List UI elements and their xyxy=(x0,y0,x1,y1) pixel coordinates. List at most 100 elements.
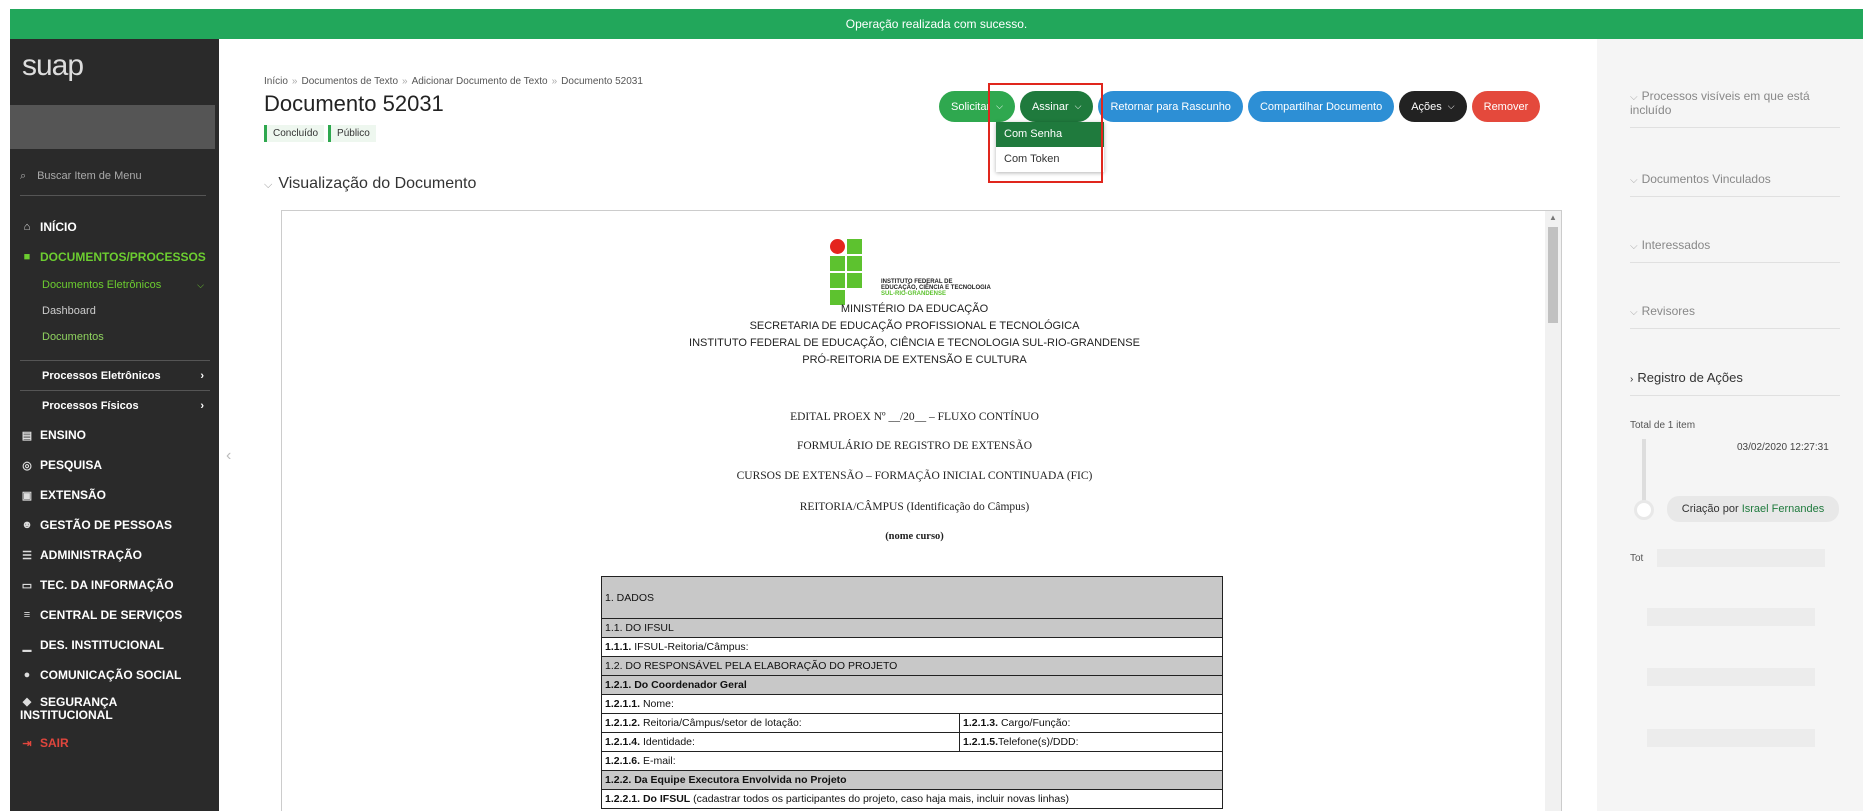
table-cell: 1.2.2.1. Do IFSUL (cadastrar todos os pa… xyxy=(601,789,1223,809)
submenu-processos-eletronicos[interactable]: Processos Eletrônicos › xyxy=(20,360,210,390)
table-row: 1.2.1. Do Coordenador Geral xyxy=(601,675,1223,695)
menu-item-ensino[interactable]: ▤ ENSINO xyxy=(20,420,210,450)
document-scrollbar[interactable]: ▲ xyxy=(1545,211,1561,811)
table-cell: 1.1. DO IFSUL xyxy=(601,618,1223,638)
chevron-down-icon: ⌵ xyxy=(1630,307,1638,318)
section-revisores[interactable]: ⌵ Revisores xyxy=(1630,304,1840,329)
menu-label: COMUNICAÇÃO SOCIAL xyxy=(40,668,182,682)
compartilhar-documento-button[interactable]: Compartilhar Documento xyxy=(1247,91,1395,122)
submenu-documentos[interactable]: Documentos xyxy=(20,324,210,350)
main-content: Início» Documentos de Texto» Adicionar Doc… xyxy=(237,39,1597,811)
breadcrumb-link[interactable]: Documentos de Texto xyxy=(301,76,398,87)
main-menu: ⌂ INÍCIO ■ DOCUMENTOS/PROCESSOS Document… xyxy=(20,212,210,758)
menu-label-line-1: SEGURANÇA xyxy=(40,695,118,709)
doc-nome-curso: (nome curso) xyxy=(885,531,944,542)
button-label: Ações xyxy=(1411,100,1442,113)
menu-item-central-servicos[interactable]: ≡ CENTRAL DE SERVIÇOS xyxy=(20,600,210,630)
menu-item-extensao[interactable]: ▣ EXTENSÃO xyxy=(20,480,210,510)
event-label: Criação por xyxy=(1681,503,1739,515)
table-row: 1.2.2. Da Equipe Executora Envolvida no … xyxy=(601,770,1223,790)
menu-item-documentos[interactable]: ■ DOCUMENTOS/PROCESSOS xyxy=(20,242,210,272)
menu-search-input[interactable]: ⌕ Buscar Item de Menu xyxy=(20,170,206,196)
doc-reitoria: REITORIA/CÂMPUS (Identificação do Câmpus… xyxy=(799,501,1030,513)
menu-label: DOCUMENTOS/PROCESSOS xyxy=(40,250,206,264)
table-cell: 1.2.1.2. Reitoria/Câmpus/setor de lotaçã… xyxy=(601,713,960,733)
menu-item-administracao[interactable]: ☰ ADMINISTRAÇÃO xyxy=(20,540,210,570)
sidebar: suap ⌕ Buscar Item de Menu ⌂ INÍCIO ■ DO… xyxy=(10,39,219,811)
doc-cursos: CURSOS DE EXTENSÃO – FORMAÇÃO INICIAL CO… xyxy=(736,470,1093,482)
doc-formulario: FORMULÁRIO DE REGISTRO DE EXTENSÃO xyxy=(796,440,1033,452)
app-logo[interactable]: suap xyxy=(22,49,84,83)
button-label: Solicitar xyxy=(951,100,991,113)
search-placeholder: Buscar Item de Menu xyxy=(37,170,142,182)
placeholder-bar xyxy=(1647,668,1815,686)
document-viewer[interactable]: INSTITUTO FEDERAL DE EDUCAÇÃO, CIÊNCIA E… xyxy=(281,210,1562,811)
remover-button[interactable]: Remover xyxy=(1471,91,1541,122)
breadcrumb-link[interactable]: Início xyxy=(264,76,288,87)
menu-item-sair[interactable]: ⇥ SAIR xyxy=(20,728,210,758)
menu-item-tec-informacao[interactable]: ▭ TEC. DA INFORMAÇÃO xyxy=(20,570,210,600)
table-cell: 1.2.1.6. E-mail: xyxy=(601,751,1223,771)
table-row: 1.2.1.4. Identidade: 1.2.1.5.Telefone(s)… xyxy=(601,732,1223,752)
submenu-dashboard[interactable]: Dashboard xyxy=(20,298,210,324)
chevron-down-icon: ⌵ xyxy=(1447,101,1455,111)
doc-header-line: SECRETARIA DE EDUCAÇÃO PROFISSIONAL E TE… xyxy=(749,320,1080,332)
menu-item-pesquisa[interactable]: ◎ PESQUISA xyxy=(20,450,210,480)
section-registro-acoes[interactable]: › Registro de Ações xyxy=(1630,370,1840,396)
table-row: 1.2.1.6. E-mail: xyxy=(601,751,1223,771)
scroll-thumb[interactable] xyxy=(1548,227,1558,323)
table-row: 1.2.1.1. Nome: xyxy=(601,694,1223,714)
menu-label-line-2: INSTITUCIONAL xyxy=(20,708,113,722)
menu-label: TEC. DA INFORMAÇÃO xyxy=(40,578,174,592)
form-table: 1. DADOS 1.1. DO IFSUL 1.1.1. IFSUL-Reit… xyxy=(601,576,1223,809)
chevron-right-icon: › xyxy=(200,399,204,412)
section-title: Visualização do Documento xyxy=(278,175,477,192)
menu-item-gestao-pessoas[interactable]: ☻ GESTÃO DE PESSOAS xyxy=(20,510,210,540)
submenu-processos-fisicos[interactable]: Processos Físicos › xyxy=(20,390,210,420)
menu-label: DES. INSTITUCIONAL xyxy=(40,638,165,652)
section-interessados[interactable]: ⌵ Interessados xyxy=(1630,238,1840,263)
chevron-down-icon: ⌵ xyxy=(1630,241,1638,252)
acoes-button[interactable]: Ações ⌵ xyxy=(1399,91,1467,122)
submenu-label: Documentos Eletrônicos xyxy=(42,279,162,291)
highlight-box xyxy=(988,83,1103,183)
home-icon: ⌂ xyxy=(23,221,31,233)
section-processos-visiveis[interactable]: ⌵ Processos visíveis em que está incluído xyxy=(1630,89,1840,128)
chevron-down-icon: ⌵ xyxy=(197,279,204,290)
total-items: Total de 1 item xyxy=(1630,420,1696,431)
chevron-down-icon: ⌵ xyxy=(1630,175,1638,186)
menu-item-des-institucional[interactable]: ▁ DES. INSTITUCIONAL xyxy=(20,630,210,660)
users-icon: ☻ xyxy=(21,519,33,531)
chevron-right-icon: › xyxy=(1630,374,1634,385)
menu-item-seguranca[interactable]: ◆ SEGURANÇA INSTITUCIONAL xyxy=(20,690,210,728)
board-icon: ▤ xyxy=(21,429,33,442)
menu-label: ENSINO xyxy=(40,428,87,442)
collapse-sidebar-icon[interactable]: ‹ xyxy=(226,447,231,465)
table-cell: 1.1.1. IFSUL-Reitoria/Câmpus: xyxy=(601,637,1223,657)
ifsul-logo-text: INSTITUTO FEDERAL DE EDUCAÇÃO, CIÊNCIA E… xyxy=(881,279,991,297)
submenu-docs-eletronicos[interactable]: Documentos Eletrônicos ⌵ xyxy=(20,272,210,298)
breadcrumb-link[interactable]: Adicionar Documento de Texto xyxy=(412,76,548,87)
section-documentos-vinculados[interactable]: ⌵ Documentos Vinculados xyxy=(1630,172,1840,197)
event-author-link[interactable]: Israel Fernandes xyxy=(1742,503,1825,515)
right-panel: ⌵ Processos visíveis em que está incluído… xyxy=(1597,39,1863,811)
sign-out-icon: ⇥ xyxy=(22,737,32,750)
section-label: Revisores xyxy=(1641,304,1695,318)
timeline-event: Criação por Israel Fernandes xyxy=(1667,496,1839,522)
menu-label: INÍCIO xyxy=(40,220,77,234)
section-label: Processos visíveis em que está incluído xyxy=(1630,89,1810,117)
doc-header-line: MINISTÉRIO DA EDUCAÇÃO xyxy=(840,303,989,315)
menu-item-comunicacao-social[interactable]: ● COMUNICAÇÃO SOCIAL xyxy=(20,660,210,690)
search-icon: ⌕ xyxy=(20,170,27,182)
section-toggle-visualizacao[interactable]: ⌵ Visualização do Documento xyxy=(264,175,476,193)
table-cell: 1.2.1.4. Identidade: xyxy=(601,732,960,752)
table-cell: 1.2.1.5.Telefone(s)/DDD: xyxy=(959,732,1223,752)
success-message: Operação realizada com sucesso. xyxy=(10,9,1863,39)
table-cell: 1. DADOS xyxy=(601,576,1223,619)
menu-label: SAIR xyxy=(40,736,69,750)
menu-item-inicio[interactable]: ⌂ INÍCIO xyxy=(20,212,210,242)
breadcrumb: Início» Documentos de Texto» Adicionar Doc… xyxy=(264,76,643,87)
table-row: 1.2.1.2. Reitoria/Câmpus/setor de lotaçã… xyxy=(601,713,1223,733)
scroll-up-icon[interactable]: ▲ xyxy=(1549,213,1557,222)
retornar-rascunho-button[interactable]: Retornar para Rascunho xyxy=(1098,91,1243,122)
